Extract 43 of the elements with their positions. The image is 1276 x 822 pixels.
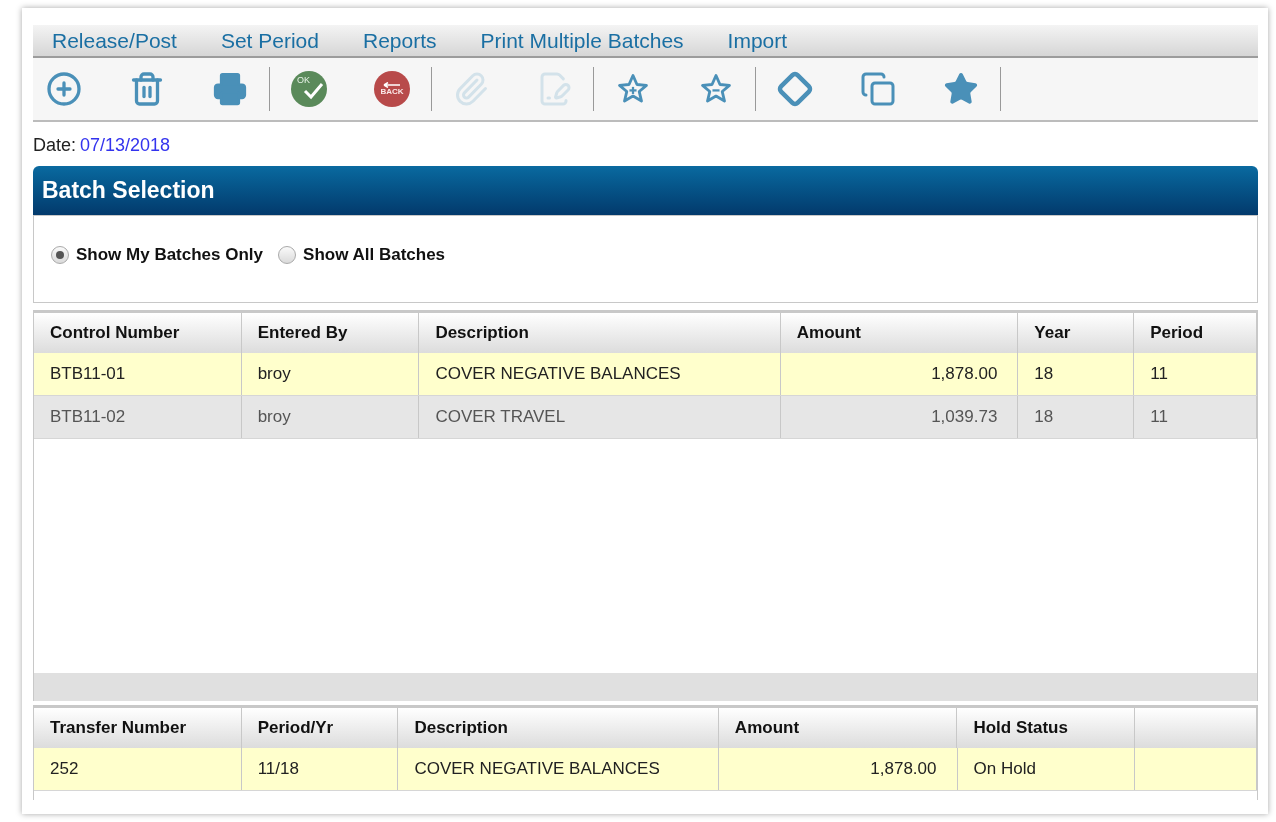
table-cell: broy (241, 353, 420, 395)
date-value: 07/13/2018 (80, 133, 171, 157)
table-cell: 11 (1134, 396, 1257, 438)
table-cell: On Hold (957, 748, 1136, 790)
menu-item[interactable]: Import (727, 24, 788, 57)
radio-button[interactable] (278, 245, 297, 264)
table-cell: 1,878.00 (780, 353, 1019, 395)
printer-icon (212, 71, 248, 107)
batch-row[interactable]: BTB11-01 broy COVER NEGATIVE BALANCES 1,878.00 18 11 (34, 353, 1257, 396)
table-cell: broy (241, 396, 420, 438)
table-cell: 11 (1134, 353, 1257, 395)
table-cell: BTB11-01 (34, 353, 242, 395)
table-cell: 1,039.73 (780, 396, 1019, 438)
diamond-icon (777, 71, 813, 107)
menu-item[interactable]: Reports (362, 24, 437, 57)
date-label: Date: (33, 133, 77, 157)
panel-title: Batch Selection (42, 176, 215, 206)
table-cell: 252 (34, 748, 242, 790)
paperclip-icon (453, 71, 489, 107)
table-cell: COVER TRAVEL (419, 396, 781, 438)
menu-item[interactable]: Print Multiple Batches (480, 24, 684, 57)
radio-button[interactable] (51, 245, 69, 264)
transfer-row[interactable]: 252 11/18 COVER NEGATIVE BALANCES 1,878.00 On Hold (34, 748, 1257, 791)
toolbar-button[interactable] (775, 69, 815, 109)
menu-item[interactable]: Release/Post (52, 24, 177, 57)
batch-row[interactable]: BTB11-02 broy COVER TRAVEL 1,039.73 18 11 (34, 396, 1257, 439)
table-cell: 1,878.00 (718, 748, 958, 790)
toolbar-button[interactable] (44, 69, 84, 109)
star-icon (943, 71, 979, 107)
toolbar-button[interactable]: BACK (372, 69, 412, 109)
table-cell: COVER NEGATIVE BALANCES (398, 748, 719, 790)
toolbar-button[interactable]: OK (289, 69, 329, 109)
copy-icon (860, 71, 896, 107)
radio-option[interactable]: Show My Batches Only (51, 242, 264, 268)
table-cell: COVER NEGATIVE BALANCES (419, 353, 781, 395)
table-cell: 18 (1018, 396, 1135, 438)
table-cell: 18 (1018, 353, 1135, 395)
trash-icon (129, 71, 165, 107)
table-cell: 11/18 (241, 748, 399, 790)
table-cell: BTB11-02 (34, 396, 242, 438)
radio-option[interactable]: Show All Batches (278, 242, 446, 268)
menu-item[interactable]: Set Period (220, 24, 319, 57)
add-icon (46, 71, 82, 107)
